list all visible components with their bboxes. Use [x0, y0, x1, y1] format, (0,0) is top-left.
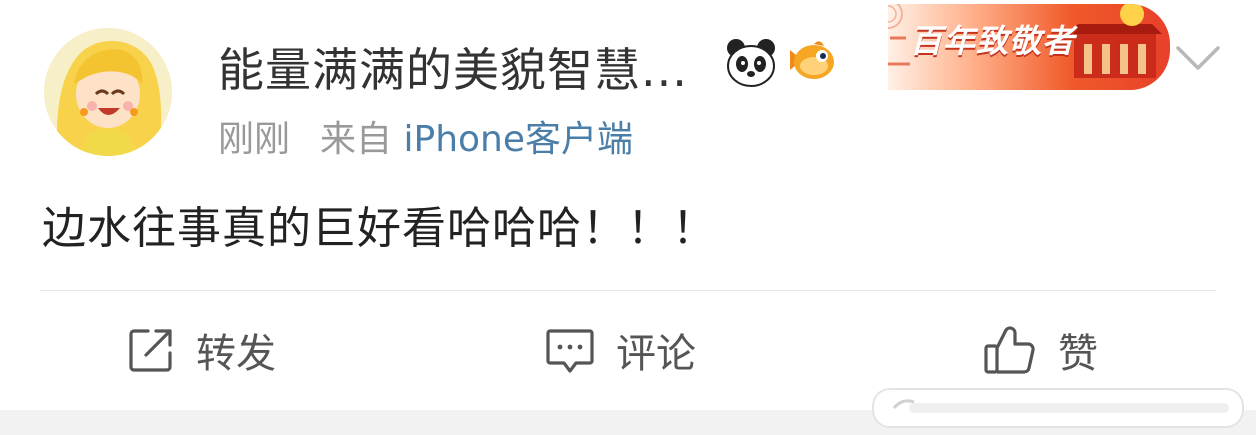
centennial-banner[interactable]: 百年致敬者	[888, 4, 1170, 90]
post-meta: 刚刚 来自 iPhone客户端	[218, 110, 633, 162]
repost-button[interactable]: 转发	[126, 318, 276, 382]
comment-label: 评论	[616, 331, 696, 377]
like-button[interactable]: 赞	[982, 318, 1098, 382]
scroll-indicator[interactable]	[872, 388, 1244, 428]
comment-icon	[546, 329, 594, 373]
divider	[40, 290, 1216, 291]
comment-button[interactable]: 评论	[544, 318, 696, 382]
post-content: 边水往事真的巨好看哈哈哈！！！	[42, 203, 717, 254]
repost-icon	[129, 329, 172, 372]
repost-label: 转发	[196, 331, 276, 377]
thumbs-up-icon	[984, 326, 1035, 374]
like-label: 赞	[1058, 331, 1098, 377]
author-name[interactable]: 能量满满的美貌智慧...	[218, 34, 688, 100]
cartoon-girl-icon	[44, 28, 172, 156]
panda-badge-icon[interactable]	[724, 36, 778, 90]
author-avatar[interactable]	[44, 28, 172, 156]
chevron-down-icon[interactable]	[1170, 38, 1226, 78]
weibo-post-card: 能量满满的美貌智慧... 百年致敬者 刚刚 来自 iPhone客户端 边水往事真…	[0, 0, 1256, 410]
source-client-link[interactable]: iPhone客户端	[403, 119, 633, 160]
banner-text: 百年致敬者	[910, 22, 1076, 60]
source-prefix: 来自	[320, 119, 393, 160]
goldfish-badge-icon[interactable]	[784, 36, 838, 90]
post-time: 刚刚	[218, 119, 291, 160]
